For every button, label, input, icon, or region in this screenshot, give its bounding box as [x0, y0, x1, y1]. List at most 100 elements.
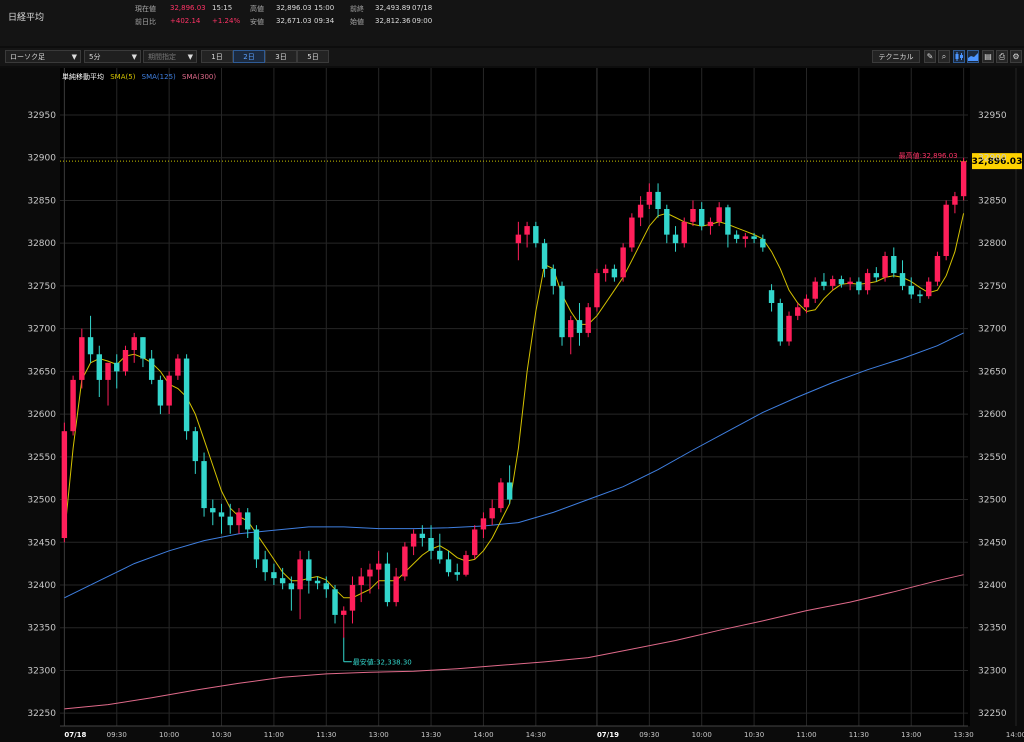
y-tick-label-right: 32700 — [978, 325, 1007, 335]
chevron-down-icon: ▼ — [131, 53, 137, 61]
candle-body — [419, 533, 426, 538]
y-tick-label-right: 32250 — [978, 709, 1007, 719]
x-tick-label: 13:00 — [369, 731, 389, 739]
y-tick-label-left: 32600 — [27, 410, 56, 420]
candle-body — [122, 350, 129, 372]
candle-body — [559, 285, 565, 338]
y-tick-label-left: 32700 — [27, 325, 56, 335]
legend-sma5: SMA(5) — [110, 73, 135, 81]
save-icon[interactable]: ▤ — [982, 50, 994, 63]
period-placeholder: 期間指定 — [148, 53, 176, 61]
candle-body — [323, 583, 329, 590]
candle-body — [803, 298, 810, 308]
candle-body — [157, 379, 164, 406]
zoom-icon[interactable]: ⌕ — [938, 50, 950, 63]
y-tick-label-left: 32800 — [27, 239, 56, 249]
candlestick-chart[interactable]: 最高値:32,896.03最安値:32,338.3032,896.03 3225… — [0, 68, 1024, 742]
technical-button[interactable]: テクニカル — [872, 50, 920, 63]
candle-body — [568, 320, 574, 338]
candle-body — [637, 204, 644, 218]
quote-time-high: 15:00 — [314, 4, 335, 12]
candle-body — [515, 234, 522, 244]
area-type-icon[interactable] — [967, 50, 979, 63]
candle-body — [306, 559, 312, 581]
candle-body — [786, 315, 792, 342]
quote-value-high: 32,896.03 — [276, 4, 312, 12]
candle-body — [61, 431, 68, 538]
range-button-5d[interactable]: 5日 — [297, 50, 329, 63]
candle-body — [646, 191, 653, 205]
x-tick-label: 14:30 — [526, 731, 546, 739]
y-tick-label-right: 32450 — [978, 538, 1007, 548]
candle-body — [472, 529, 478, 556]
candle-body — [297, 559, 303, 590]
quote-time-low: 09:34 — [314, 17, 335, 25]
y-tick-label-right: 32850 — [978, 196, 1007, 206]
quote-label-low: 安値 — [250, 18, 264, 26]
print-icon[interactable]: ⎙ — [996, 50, 1008, 63]
y-tick-label-left: 32400 — [27, 581, 56, 591]
x-tick-label: 07/19 — [597, 731, 619, 739]
interval-select[interactable]: 5分 ▼ — [84, 50, 141, 63]
candle-body — [681, 221, 687, 244]
x-tick-label: 10:00 — [692, 731, 712, 739]
y-tick-label-left: 32350 — [27, 624, 56, 634]
candle-body — [498, 482, 504, 509]
legend-sma300: SMA(300) — [182, 73, 216, 81]
candle-body — [349, 585, 356, 611]
candle-body — [445, 559, 452, 573]
legend-title: 単純移動平均 — [62, 72, 104, 81]
candlestick-glyph — [955, 52, 963, 61]
title-bar: 日経平均 現在値 32,896.03 15:15 前日比 +402.14 +1.… — [0, 0, 1024, 46]
period-select[interactable]: 期間指定 ▼ — [143, 50, 197, 63]
candle-body — [576, 320, 583, 333]
x-tick-label: 10:30 — [744, 731, 764, 739]
candle-body — [279, 578, 286, 584]
candle-body — [917, 294, 923, 297]
y-tick-label-left: 32750 — [27, 282, 56, 292]
chevron-down-icon: ▼ — [187, 53, 193, 61]
candle-body — [70, 379, 76, 432]
candle-body — [856, 281, 862, 291]
candle-body — [891, 256, 897, 274]
quote-value-prev-close: 32,493.89 — [375, 4, 411, 12]
candle-body — [533, 226, 539, 244]
candle-body — [253, 529, 260, 560]
x-tick-label: 07/18 — [64, 731, 86, 739]
chart-type-select[interactable]: ローソク足 ▼ — [5, 50, 81, 63]
y-tick-label-right: 32650 — [978, 367, 1007, 377]
quote-label-open: 始値 — [350, 18, 364, 26]
candle-body — [201, 461, 207, 509]
candle-body — [428, 538, 434, 551]
candle-body — [751, 236, 757, 239]
candle-body — [690, 209, 696, 222]
x-tick-label: 13:00 — [901, 731, 921, 739]
candle-body — [864, 273, 871, 291]
quote-time-open: 09:00 — [412, 17, 433, 25]
y-tick-label-right: 32500 — [978, 496, 1007, 506]
candle-body — [838, 279, 845, 285]
x-tick-label: 13:30 — [421, 731, 441, 739]
candle-body — [952, 196, 958, 205]
settings-icon[interactable]: ⚙ — [1010, 50, 1022, 63]
candle-body — [210, 508, 216, 513]
candle-body — [192, 431, 199, 462]
high-annotation-label: 最高値:32,896.03 — [899, 151, 958, 160]
quote-label-high: 高値 — [250, 5, 264, 13]
candle-body — [960, 161, 967, 197]
x-tick-label: 11:30 — [316, 731, 336, 739]
candle-body — [725, 207, 731, 235]
candle-body — [367, 569, 373, 577]
range-button-2d[interactable]: 2日 — [233, 50, 265, 63]
candlestick-type-icon[interactable] — [953, 50, 965, 63]
y-tick-label-left: 32950 — [27, 111, 56, 121]
pencil-icon[interactable]: ✎ — [924, 50, 936, 63]
range-button-3d[interactable]: 3日 — [265, 50, 297, 63]
y-tick-label-right: 32600 — [978, 410, 1007, 420]
range-button-1d[interactable]: 1日 — [201, 50, 233, 63]
candle-body — [664, 209, 670, 235]
candle-body — [611, 268, 618, 278]
instrument-title: 日経平均 — [8, 13, 45, 23]
y-tick-label-left: 32250 — [27, 709, 56, 719]
candle-body — [760, 238, 766, 248]
